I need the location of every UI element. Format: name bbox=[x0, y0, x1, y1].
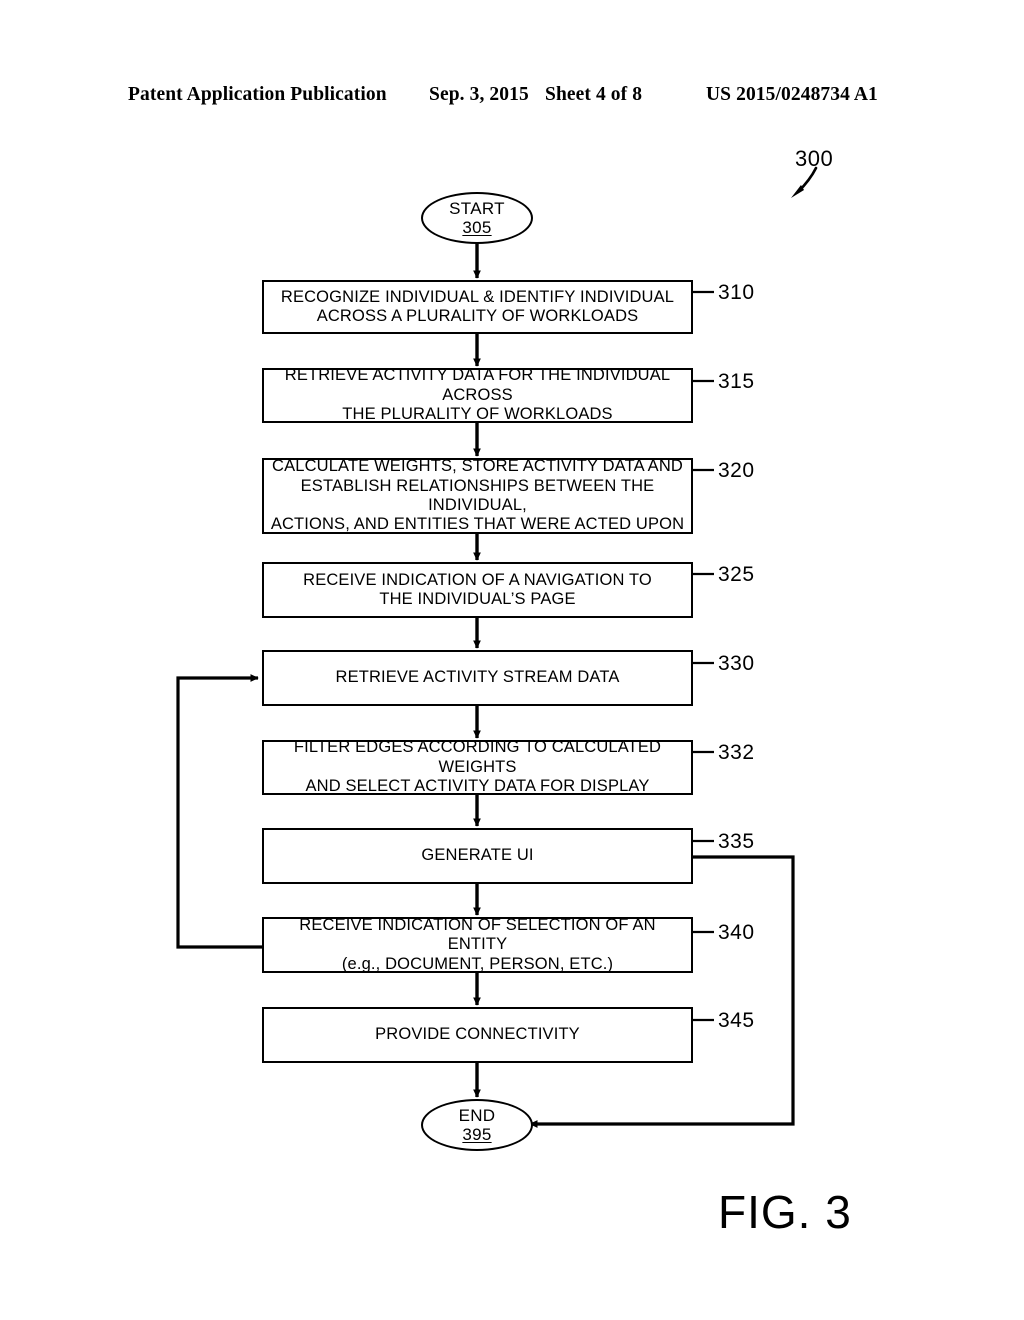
flowchart-start-node[interactable]: START 305 bbox=[421, 192, 533, 244]
flowchart-step-340[interactable]: RECEIVE INDICATION OF SELECTION OF AN EN… bbox=[262, 915, 693, 973]
figure-caption: FIG. 3 bbox=[718, 1186, 852, 1238]
step-330-reference: 330 bbox=[718, 652, 755, 675]
flowchart-step-330[interactable]: RETRIEVE ACTIVITY STREAM DATA bbox=[262, 650, 693, 706]
header-date-label: Sep. 3, 2015 bbox=[429, 84, 529, 105]
step-330-text: RETRIEVE ACTIVITY STREAM DATA bbox=[335, 668, 620, 687]
step-335-text: GENERATE UI bbox=[421, 846, 534, 865]
header-publication-label: Patent Application Publication bbox=[128, 84, 387, 105]
step-320-text: CALCULATE WEIGHTS, STORE ACTIVITY DATA A… bbox=[270, 457, 685, 534]
header-sheet-label: Sheet 4 of 8 bbox=[545, 84, 643, 105]
start-node-number: 305 bbox=[462, 218, 492, 237]
flowchart-step-310[interactable]: RECOGNIZE INDIVIDUAL & IDENTIFY INDIVIDU… bbox=[262, 280, 693, 334]
step-345-text: PROVIDE CONNECTIVITY bbox=[375, 1025, 580, 1044]
flowchart-step-332[interactable]: FILTER EDGES ACCORDING TO CALCULATED WEI… bbox=[262, 738, 693, 796]
page-header: Patent Application Publication Sep. 3, 2… bbox=[0, 84, 1024, 110]
step-340-reference: 340 bbox=[718, 921, 755, 944]
figure-reference-arrow-icon bbox=[791, 166, 818, 198]
step-325-text: RECEIVE INDICATION OF A NAVIGATION TO TH… bbox=[303, 570, 652, 608]
step-332-text: FILTER EDGES ACCORDING TO CALCULATED WEI… bbox=[293, 738, 662, 796]
step-310-reference: 310 bbox=[718, 281, 755, 304]
flowchart-step-315[interactable]: RETRIEVE ACTIVITY DATA FOR THE INDIVIDUA… bbox=[262, 366, 693, 424]
end-node-label: END bbox=[458, 1105, 496, 1125]
start-node-label: START bbox=[449, 198, 505, 218]
step-345-reference: 345 bbox=[718, 1009, 755, 1032]
step-332-reference: 332 bbox=[718, 741, 755, 764]
step-335-reference: 335 bbox=[718, 830, 755, 853]
step-325-reference: 325 bbox=[718, 563, 755, 586]
header-patent-number: US 2015/0248734 A1 bbox=[706, 84, 878, 105]
step-320-reference: 320 bbox=[718, 459, 755, 482]
step-340-text: RECEIVE INDICATION OF SELECTION OF AN EN… bbox=[299, 915, 656, 973]
flowchart-step-320[interactable]: CALCULATE WEIGHTS, STORE ACTIVITY DATA A… bbox=[262, 457, 693, 534]
step-315-text: RETRIEVE ACTIVITY DATA FOR THE INDIVIDUA… bbox=[284, 366, 671, 424]
flowchart-end-node[interactable]: END 395 bbox=[421, 1099, 533, 1151]
step-315-reference: 315 bbox=[718, 370, 755, 393]
step-310-text: RECOGNIZE INDIVIDUAL & IDENTIFY INDIVIDU… bbox=[280, 287, 675, 325]
end-node-number: 395 bbox=[462, 1125, 492, 1144]
flowchart-step-335[interactable]: GENERATE UI bbox=[262, 828, 693, 884]
flowchart-step-345[interactable]: PROVIDE CONNECTIVITY bbox=[262, 1007, 693, 1063]
flowchart-step-325[interactable]: RECEIVE INDICATION OF A NAVIGATION TO TH… bbox=[262, 562, 693, 618]
